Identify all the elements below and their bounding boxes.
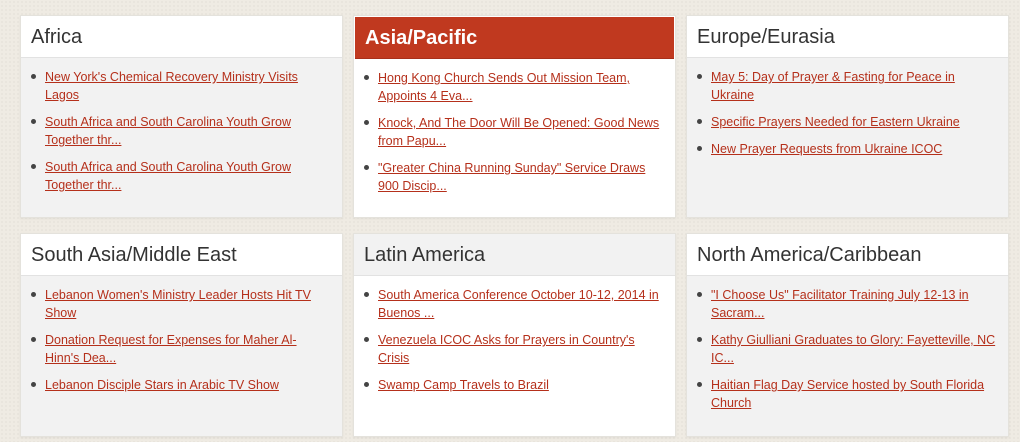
regions-grid: Africa New York's Chemical Recovery Mini… [20,15,1009,437]
bullet-icon [697,292,702,297]
list-item: Haitian Flag Day Service hosted by South… [697,376,996,412]
list-item: New Prayer Requests from Ukraine ICOC [697,140,996,158]
news-link[interactable]: Hong Kong Church Sends Out Mission Team,… [378,71,630,103]
news-link[interactable]: South Africa and South Carolina Youth Gr… [45,160,291,192]
news-link[interactable]: Kathy Giulliani Graduates to Glory: Faye… [711,333,995,365]
bullet-icon [31,292,36,297]
news-list-asia-pacific: Hong Kong Church Sends Out Mission Team,… [354,59,675,195]
bullet-icon [697,119,702,124]
bullet-icon [364,382,369,387]
region-card-north-america-caribbean: North America/Caribbean "I Choose Us" Fa… [686,233,1009,437]
list-item: Venezuela ICOC Asks for Prayers in Count… [364,331,663,367]
region-title-africa[interactable]: Africa [21,16,342,58]
region-title-north-america-caribbean[interactable]: North America/Caribbean [687,234,1008,276]
list-item: Swamp Camp Travels to Brazil [364,376,663,394]
news-link[interactable]: Swamp Camp Travels to Brazil [378,378,549,392]
news-link[interactable]: May 5: Day of Prayer & Fasting for Peace… [711,70,955,102]
news-list-latin-america: South America Conference October 10-12, … [354,276,675,394]
list-item: Lebanon Disciple Stars in Arabic TV Show [31,376,330,394]
region-title-south-asia-middle-east[interactable]: South Asia/Middle East [21,234,342,276]
bullet-icon [697,146,702,151]
news-list-africa: New York's Chemical Recovery Ministry Vi… [21,58,342,194]
bullet-icon [31,382,36,387]
news-link[interactable]: Lebanon Disciple Stars in Arabic TV Show [45,378,279,392]
bullet-icon [364,165,369,170]
news-link[interactable]: South America Conference October 10-12, … [378,288,659,320]
bullet-icon [31,164,36,169]
news-list-south-asia-middle-east: Lebanon Women's Ministry Leader Hosts Hi… [21,276,342,394]
bullet-icon [697,382,702,387]
news-link[interactable]: New York's Chemical Recovery Ministry Vi… [45,70,298,102]
list-item: Knock, And The Door Will Be Opened: Good… [364,114,663,150]
news-link[interactable]: Lebanon Women's Ministry Leader Hosts Hi… [45,288,311,320]
bullet-icon [31,119,36,124]
news-link[interactable]: Knock, And The Door Will Be Opened: Good… [378,116,659,148]
region-card-south-asia-middle-east: South Asia/Middle East Lebanon Women's M… [20,233,343,437]
list-item: South America Conference October 10-12, … [364,286,663,322]
list-item: Donation Request for Expenses for Maher … [31,331,330,367]
region-title-asia-pacific[interactable]: Asia/Pacific [355,17,674,59]
bullet-icon [31,74,36,79]
news-link[interactable]: New Prayer Requests from Ukraine ICOC [711,142,942,156]
news-link[interactable]: "Greater China Running Sunday" Service D… [378,161,645,193]
list-item: South Africa and South Carolina Youth Gr… [31,113,330,149]
region-card-latin-america: Latin America South America Conference O… [353,233,676,437]
bullet-icon [364,120,369,125]
news-link[interactable]: Donation Request for Expenses for Maher … [45,333,297,365]
region-card-europe-eurasia: Europe/Eurasia May 5: Day of Prayer & Fa… [686,15,1009,218]
region-title-latin-america[interactable]: Latin America [354,234,675,276]
bullet-icon [364,292,369,297]
region-card-asia-pacific: Asia/Pacific Hong Kong Church Sends Out … [353,15,676,218]
list-item: May 5: Day of Prayer & Fasting for Peace… [697,68,996,104]
bullet-icon [31,337,36,342]
list-item: Lebanon Women's Ministry Leader Hosts Hi… [31,286,330,322]
region-card-africa: Africa New York's Chemical Recovery Mini… [20,15,343,218]
list-item: Hong Kong Church Sends Out Mission Team,… [364,69,663,105]
list-item: New York's Chemical Recovery Ministry Vi… [31,68,330,104]
list-item: Specific Prayers Needed for Eastern Ukra… [697,113,996,131]
bullet-icon [364,75,369,80]
news-link[interactable]: Venezuela ICOC Asks for Prayers in Count… [378,333,635,365]
region-title-europe-eurasia[interactable]: Europe/Eurasia [687,16,1008,58]
bullet-icon [697,74,702,79]
news-list-europe-eurasia: May 5: Day of Prayer & Fasting for Peace… [687,58,1008,158]
list-item: Kathy Giulliani Graduates to Glory: Faye… [697,331,996,367]
bullet-icon [364,337,369,342]
bullet-icon [697,337,702,342]
list-item: "I Choose Us" Facilitator Training July … [697,286,996,322]
list-item: "Greater China Running Sunday" Service D… [364,159,663,195]
list-item: South Africa and South Carolina Youth Gr… [31,158,330,194]
news-list-north-america-caribbean: "I Choose Us" Facilitator Training July … [687,276,1008,412]
news-link[interactable]: Specific Prayers Needed for Eastern Ukra… [711,115,960,129]
news-link[interactable]: "I Choose Us" Facilitator Training July … [711,288,969,320]
news-link[interactable]: South Africa and South Carolina Youth Gr… [45,115,291,147]
news-link[interactable]: Haitian Flag Day Service hosted by South… [711,378,984,410]
